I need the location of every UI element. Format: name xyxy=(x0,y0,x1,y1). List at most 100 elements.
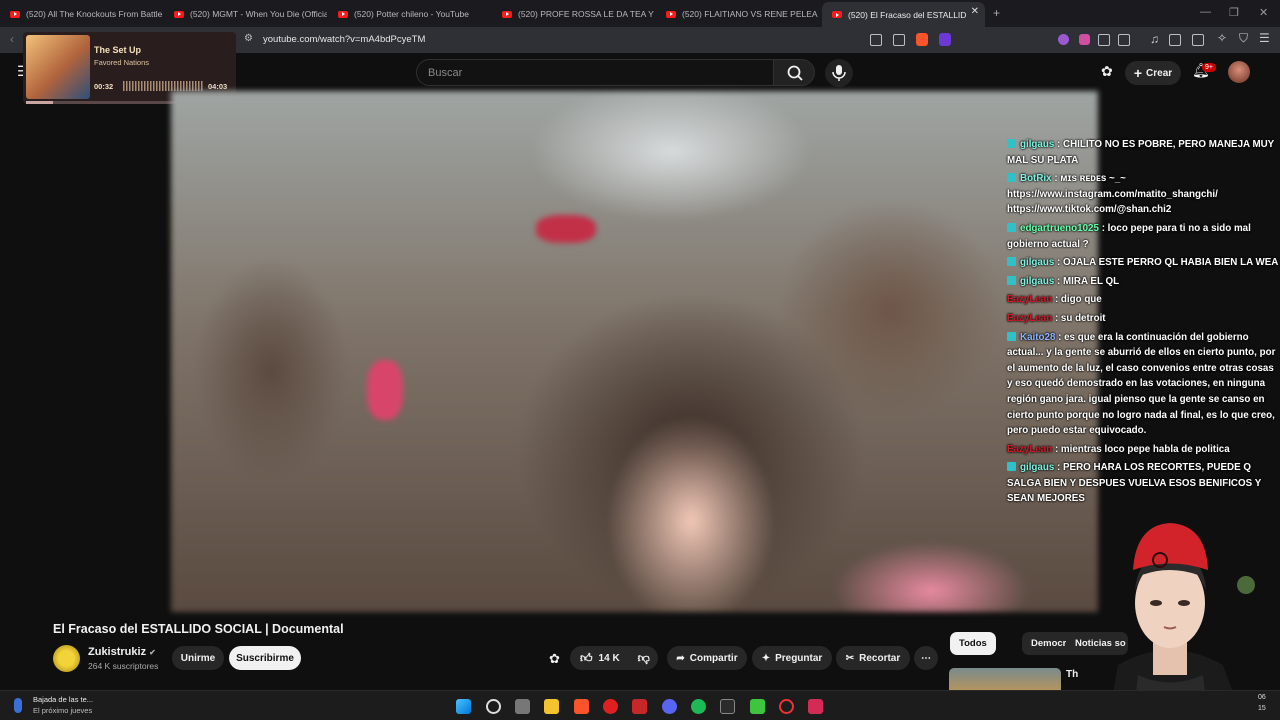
share-icon: ➦ xyxy=(676,652,685,664)
clip-button[interactable]: ✂ Recortar xyxy=(836,646,910,670)
video-title: El Fracaso del ESTALLIDO SOCIAL | Docume… xyxy=(53,622,344,636)
video-detail xyxy=(367,360,403,420)
chat-message: gilgaus : PERO HARA LOS RECORTES, PUEDE … xyxy=(1003,460,1280,507)
app-icon[interactable] xyxy=(808,699,823,714)
app-icon[interactable] xyxy=(750,699,765,714)
vpn-icon[interactable]: ⛉ xyxy=(1239,31,1248,46)
wallet-icon[interactable] xyxy=(1192,34,1204,46)
thumbs-down-icon[interactable]: 👎︎ xyxy=(638,651,650,666)
browser-tab[interactable]: (520) PROFE ROSSA LE DA TEA Y AL xyxy=(492,4,655,24)
chat-username[interactable]: gilgaus xyxy=(1020,139,1054,150)
video-player[interactable] xyxy=(171,91,1098,612)
menu-icon[interactable]: ☰ xyxy=(1259,31,1270,45)
user-avatar[interactable] xyxy=(1228,61,1250,83)
tab-strip: (520) All The Knockouts From Battle (520… xyxy=(0,0,1280,27)
gamepad-icon[interactable]: ✿ xyxy=(1101,63,1113,80)
back-icon[interactable]: ‹ xyxy=(10,32,14,46)
app-icon[interactable] xyxy=(779,699,794,714)
chat-badge-icon xyxy=(1007,462,1016,472)
youtube-icon xyxy=(338,10,348,18)
spotify-icon[interactable] xyxy=(691,699,706,714)
ask-button[interactable]: ✦ Preguntar xyxy=(752,646,832,670)
brave-browser-icon[interactable] xyxy=(574,699,589,714)
epic-games-icon[interactable] xyxy=(720,699,735,714)
thumbs-up-icon[interactable]: 👍︎ xyxy=(580,651,593,666)
chat-badge-icon xyxy=(1007,139,1016,148)
chat-text: : mientras loco pepe habla de politica xyxy=(1054,443,1230,455)
extensions-puzzle-icon[interactable] xyxy=(1098,34,1110,46)
youtube-icon xyxy=(832,11,842,18)
share-page-icon[interactable] xyxy=(893,34,905,46)
waveform[interactable] xyxy=(123,81,203,91)
gamepad-icon[interactable]: ✿ xyxy=(549,651,560,667)
browser-tab[interactable]: (520) Potter chileno - YouTube xyxy=(328,4,491,24)
browser-tab-active[interactable]: (520) El Fracaso del ESTALLIDO S✕ xyxy=(822,2,985,27)
chat-message: edgartrueno1025 : loco pepe para ti no a… xyxy=(1003,221,1280,252)
thermometer-icon xyxy=(14,698,22,713)
create-button[interactable]: + Crear xyxy=(1125,61,1181,85)
recommended-thumbnail[interactable] xyxy=(949,668,1061,690)
media-player-icon[interactable] xyxy=(603,699,618,714)
close-window-icon[interactable]: ✕ xyxy=(1259,6,1268,19)
weather-title[interactable]: Bajada de las te... xyxy=(33,695,93,704)
discord-icon[interactable] xyxy=(662,699,677,714)
sidebar-icon[interactable] xyxy=(1169,34,1181,46)
windows-start-icon[interactable] xyxy=(456,699,471,714)
recommended-title[interactable]: Th xyxy=(1066,669,1078,680)
chat-message: gilgaus : CHILITO NO ES POBRE, PERO MANE… xyxy=(1003,137,1280,168)
chat-username[interactable]: gilgaus xyxy=(1020,276,1054,287)
chat-username[interactable]: edgartrueno1025 xyxy=(1020,223,1099,234)
subscribe-button[interactable]: Suscribirme xyxy=(229,646,301,670)
close-tab-icon[interactable]: ✕ xyxy=(971,6,979,17)
music-icon[interactable]: ♫ xyxy=(1150,32,1159,46)
browser-tab[interactable]: (520) FLAITIANO VS RENE PELEA CO xyxy=(656,4,819,24)
chat-message: EazyLean : digo que xyxy=(1003,292,1280,308)
chat-username[interactable]: gilgaus xyxy=(1020,257,1054,268)
channel-name[interactable]: Zukistrukiz ✔ xyxy=(88,646,156,658)
microphone-icon xyxy=(832,65,846,81)
video-detail xyxy=(536,215,596,243)
chat-text: : su detroit xyxy=(1054,312,1106,324)
chat-username[interactable]: EazyLean xyxy=(1007,313,1052,324)
share-button[interactable]: ➦ Compartir xyxy=(667,646,747,670)
channel-avatar[interactable] xyxy=(53,645,80,672)
url-field[interactable]: youtube.com/watch?v=mA4bdPcyeTM xyxy=(263,34,425,45)
brave-shield-icon[interactable] xyxy=(916,33,928,46)
leo-ai-icon[interactable]: ✧ xyxy=(1217,31,1227,45)
chip-all[interactable]: Todos xyxy=(950,632,996,655)
chat-username[interactable]: BotRix xyxy=(1020,173,1052,184)
cast-icon[interactable] xyxy=(870,34,882,46)
extension-icon[interactable] xyxy=(1079,34,1090,45)
chat-username[interactable]: gilgaus xyxy=(1020,462,1054,473)
task-view-icon[interactable] xyxy=(515,699,530,714)
youtube-icon xyxy=(174,10,184,18)
chat-username[interactable]: EazyLean xyxy=(1007,444,1052,455)
search-input[interactable]: Buscar xyxy=(416,59,774,86)
like-dislike-group[interactable]: 👍︎ 14 K 👎︎ xyxy=(570,646,658,670)
voice-search-button[interactable] xyxy=(825,59,853,87)
browser-tab[interactable]: (520) MGMT - When You Die (Officia xyxy=(164,4,327,24)
search-button[interactable] xyxy=(773,59,815,86)
tab-search-icon[interactable] xyxy=(1118,34,1130,46)
youtube-icon xyxy=(10,10,20,18)
restore-icon[interactable]: ❐ xyxy=(1229,6,1239,19)
minimize-icon[interactable]: — xyxy=(1200,6,1211,18)
chat-username[interactable]: EazyLean xyxy=(1007,294,1052,305)
new-tab-button[interactable]: + xyxy=(993,6,1000,20)
browser-tab[interactable]: (520) All The Knockouts From Battle xyxy=(0,4,163,24)
site-info-icon[interactable]: ⚙ xyxy=(244,33,253,44)
chat-badge-icon xyxy=(1007,331,1016,341)
app-icon[interactable] xyxy=(632,699,647,714)
like-count: 14 K xyxy=(598,652,620,664)
chat-username[interactable]: Kaito28 xyxy=(1020,332,1055,343)
chat-text: : digo que xyxy=(1054,294,1102,306)
join-button[interactable]: Unirme xyxy=(172,646,224,670)
verified-icon: ✔ xyxy=(149,648,156,657)
chat-message: BotRix : ᴍɪs ʀᴇᴅᴇs ~_~ https://www.insta… xyxy=(1003,171,1280,218)
more-actions-button[interactable]: ⋯ xyxy=(914,646,938,670)
search-icon[interactable] xyxy=(486,699,501,714)
extension-icon[interactable] xyxy=(1058,34,1069,45)
brave-rewards-icon[interactable] xyxy=(939,33,951,46)
chat-text: : es que era la continuación del gobiern… xyxy=(1007,331,1276,437)
file-explorer-icon[interactable] xyxy=(544,699,559,714)
